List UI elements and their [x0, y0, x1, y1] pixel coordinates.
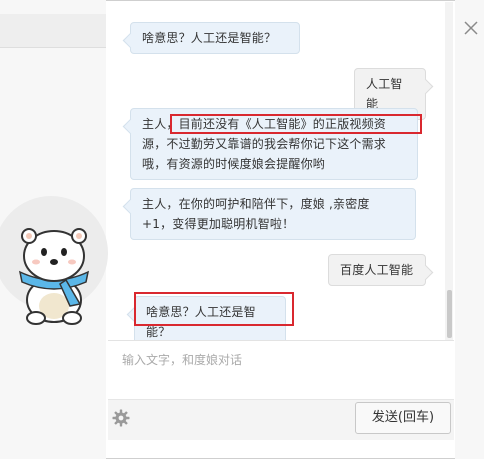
message-input[interactable]: 输入文字，和度娘对话: [108, 340, 454, 400]
message-list[interactable]: 啥意思？人工还是智能？ 人工智能 主人，目前还没有《人工智能》的正版视频资 源，…: [108, 2, 454, 340]
polar-bear-avatar: [6, 216, 102, 326]
message-line: 源，不过勤劳又靠谱的我会帮你记下这个需求: [142, 137, 387, 151]
highlight-annotation: [134, 292, 294, 326]
highlight-annotation: [170, 114, 422, 134]
bot-message: 啥意思？人工还是智能？: [130, 22, 300, 54]
input-placeholder: 输入文字，和度娘对话: [122, 353, 243, 367]
scrollbar-thumb[interactable]: [447, 290, 452, 338]
close-icon[interactable]: [463, 20, 479, 36]
message-line: +1，变得更加聪明机智啦！: [142, 217, 295, 231]
bot-message: 主人，在你的呵护和陪伴下，度娘 ,亲密度 +1，变得更加聪明机智啦！: [130, 188, 416, 240]
message-line: 哦，有资源的时候度娘会提醒你哟: [142, 157, 326, 171]
gear-icon[interactable]: [112, 409, 130, 427]
message-line: 啥意思？人工还是智能？: [142, 31, 277, 45]
message-line: 主人，在你的呵护和陪伴下，度娘 ,亲密度: [142, 197, 370, 211]
right-sidebar: [455, 0, 484, 459]
user-message: 百度人工智能: [328, 254, 426, 286]
message-line: 百度人工智能: [340, 263, 414, 277]
left-header-bar: [0, 14, 106, 48]
send-button[interactable]: 发送(回车): [355, 402, 451, 434]
